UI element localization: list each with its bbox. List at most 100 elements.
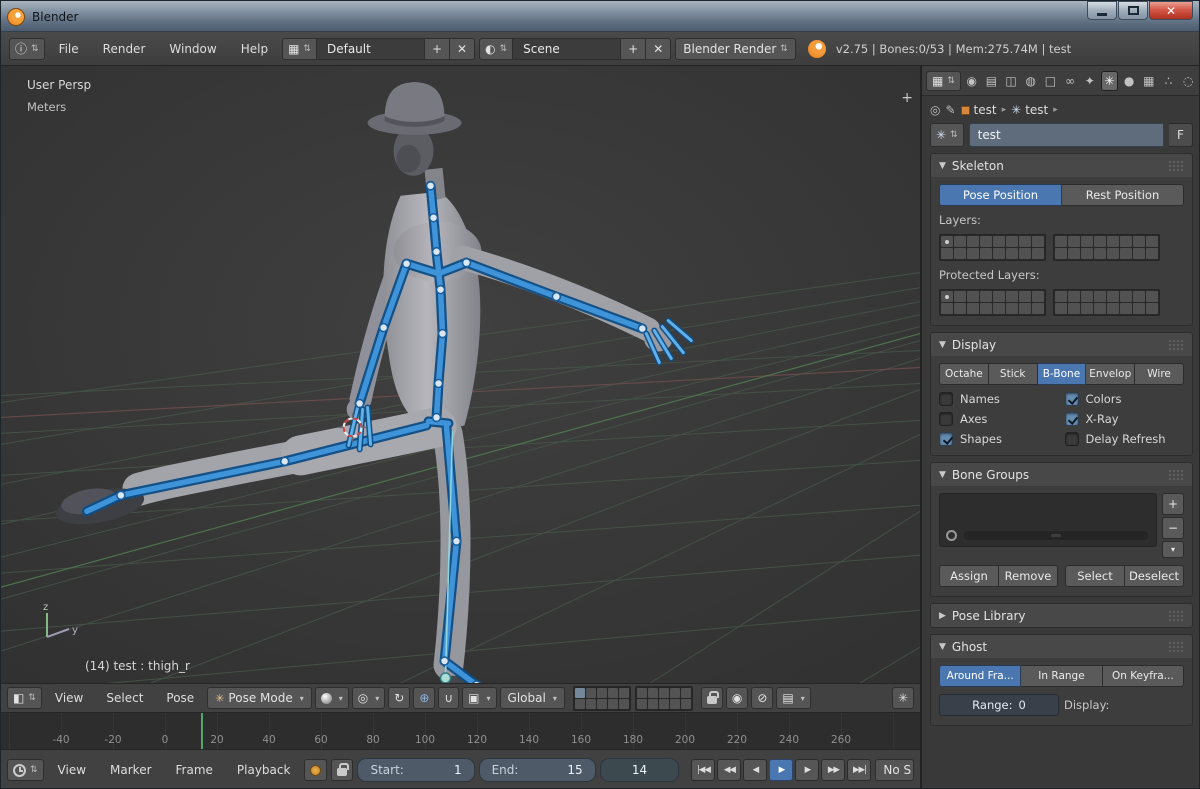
- layer-cell[interactable]: [1094, 291, 1106, 302]
- screen-layout-name-field[interactable]: Default: [317, 38, 425, 60]
- layer-cell[interactable]: [993, 236, 1005, 247]
- layer-cell[interactable]: [681, 699, 691, 709]
- transform-orientation-select[interactable]: Global ▾: [500, 687, 565, 709]
- layer-cell[interactable]: [597, 688, 607, 698]
- layer-cell[interactable]: [993, 291, 1005, 302]
- layer-cell[interactable]: [1094, 236, 1106, 247]
- menu-timeline-view[interactable]: View: [48, 759, 96, 781]
- layer-cell[interactable]: [608, 699, 618, 709]
- layer-cell[interactable]: [648, 699, 658, 709]
- close-button[interactable]: ✕: [1149, 1, 1193, 20]
- layer-cell[interactable]: [954, 248, 966, 259]
- menu-help[interactable]: Help: [231, 38, 278, 60]
- editor-type-3dview-button[interactable]: ◧ ⇅: [7, 687, 42, 709]
- layer-cell[interactable]: [597, 699, 607, 709]
- layer-cell[interactable]: [1081, 303, 1093, 314]
- layer-cell[interactable]: [1081, 248, 1093, 259]
- snap-element-select[interactable]: ▣ ▾: [462, 687, 496, 709]
- layer-cell[interactable]: [1094, 303, 1106, 314]
- mode-octahedral-button[interactable]: Octahe: [939, 363, 989, 385]
- layer-cell[interactable]: [1019, 236, 1031, 247]
- list-resize-grip[interactable]: [964, 531, 1148, 540]
- minimize-button[interactable]: [1087, 1, 1117, 20]
- layer-cell[interactable]: [980, 291, 992, 302]
- layer-cell[interactable]: [586, 699, 596, 709]
- tool-icon[interactable]: ✎: [945, 103, 955, 117]
- new-layout-button[interactable]: +: [425, 38, 450, 60]
- add-bone-group-button[interactable]: +: [1162, 493, 1184, 515]
- protected-layers-grid-1[interactable]: [939, 289, 1046, 316]
- sync-mode-select[interactable]: No S: [875, 759, 914, 781]
- menu-view[interactable]: View: [45, 687, 93, 709]
- new-scene-button[interactable]: +: [621, 38, 646, 60]
- layer-cell[interactable]: [1006, 236, 1018, 247]
- tab-object-data[interactable]: ✳: [1101, 71, 1119, 91]
- protected-layers-grid-2[interactable]: [1053, 289, 1160, 316]
- layer-cell[interactable]: [659, 688, 669, 698]
- layer-cell[interactable]: [586, 688, 596, 698]
- layer-cell[interactable]: [637, 699, 647, 709]
- layer-cell[interactable]: [1055, 248, 1067, 259]
- layer-cell[interactable]: [980, 303, 992, 314]
- menu-window[interactable]: Window: [159, 38, 226, 60]
- maximize-button[interactable]: [1118, 1, 1148, 20]
- timeline-ruler[interactable]: -40-200204060801001201401601802002202402…: [1, 713, 921, 750]
- xray-checkbox[interactable]: X-Ray: [1065, 412, 1185, 426]
- region-expand-button[interactable]: +: [901, 90, 913, 106]
- shapes-checkbox[interactable]: Shapes: [939, 432, 1059, 446]
- layer-cell[interactable]: [967, 303, 979, 314]
- viewport-layers-grid-1[interactable]: [573, 686, 631, 711]
- mode-bbone-button[interactable]: B-Bone: [1038, 363, 1087, 385]
- layer-cell[interactable]: [1107, 303, 1119, 314]
- menu-render[interactable]: Render: [93, 38, 156, 60]
- panel-header-display[interactable]: ▼ Display: [931, 333, 1192, 356]
- layer-cell[interactable]: [1146, 248, 1158, 259]
- layer-cell[interactable]: [1133, 248, 1145, 259]
- layer-cell[interactable]: [954, 291, 966, 302]
- layer-cell[interactable]: [1068, 248, 1080, 259]
- panel-header-ghost[interactable]: ▼ Ghost: [931, 635, 1192, 658]
- rest-position-button[interactable]: Rest Position: [1062, 184, 1184, 206]
- layer-cell[interactable]: [1019, 303, 1031, 314]
- layer-cell[interactable]: [941, 248, 953, 259]
- ghost-in-range-button[interactable]: In Range: [1021, 665, 1102, 687]
- layer-cell[interactable]: [670, 699, 680, 709]
- assign-button[interactable]: Assign: [939, 565, 999, 587]
- layer-cell[interactable]: [1120, 248, 1132, 259]
- layer-cell[interactable]: [1006, 303, 1018, 314]
- layer-cell[interactable]: [619, 688, 629, 698]
- bone-group-specials-button[interactable]: ▾: [1162, 541, 1184, 558]
- current-frame-marker[interactable]: [201, 713, 203, 749]
- tab-modifiers[interactable]: ✦: [1081, 71, 1099, 91]
- breadcrumb-object[interactable]: test: [961, 103, 997, 117]
- layer-cell[interactable]: [1146, 291, 1158, 302]
- filter-icon[interactable]: [946, 530, 957, 541]
- mode-envelope-button[interactable]: Envelop: [1086, 363, 1135, 385]
- layer-cell[interactable]: [1006, 291, 1018, 302]
- layer-cell[interactable]: [1032, 236, 1044, 247]
- pin-icon[interactable]: ◎: [930, 103, 940, 117]
- layer-cell[interactable]: [1094, 248, 1106, 259]
- colors-checkbox[interactable]: Colors: [1065, 392, 1185, 406]
- menu-file[interactable]: File: [49, 38, 89, 60]
- jump-to-start-button[interactable]: |◀◀: [691, 759, 715, 781]
- layer-cell[interactable]: [608, 688, 618, 698]
- layer-cell[interactable]: [980, 236, 992, 247]
- start-frame-field[interactable]: Start: 1: [357, 758, 474, 782]
- layer-cell[interactable]: [681, 688, 691, 698]
- panel-grip[interactable]: [1168, 610, 1184, 622]
- layer-cell[interactable]: [575, 699, 585, 709]
- mode-stick-button[interactable]: Stick: [989, 363, 1038, 385]
- delete-layout-button[interactable]: ✕: [450, 38, 475, 60]
- viewport-layers-grid-2[interactable]: [635, 686, 693, 711]
- deselect-button[interactable]: Deselect: [1125, 565, 1184, 587]
- layer-cell[interactable]: [637, 688, 647, 698]
- layer-cell[interactable]: [1019, 291, 1031, 302]
- names-checkbox[interactable]: Names: [939, 392, 1059, 406]
- layer-cell[interactable]: [1133, 236, 1145, 247]
- layer-cell[interactable]: [941, 291, 953, 302]
- viewport-3d[interactable]: User Persp Meters (14) test : thigh_r + …: [1, 66, 921, 683]
- layer-cell[interactable]: [1081, 236, 1093, 247]
- tab-texture[interactable]: ▦: [1140, 71, 1158, 91]
- layer-cell[interactable]: [1055, 303, 1067, 314]
